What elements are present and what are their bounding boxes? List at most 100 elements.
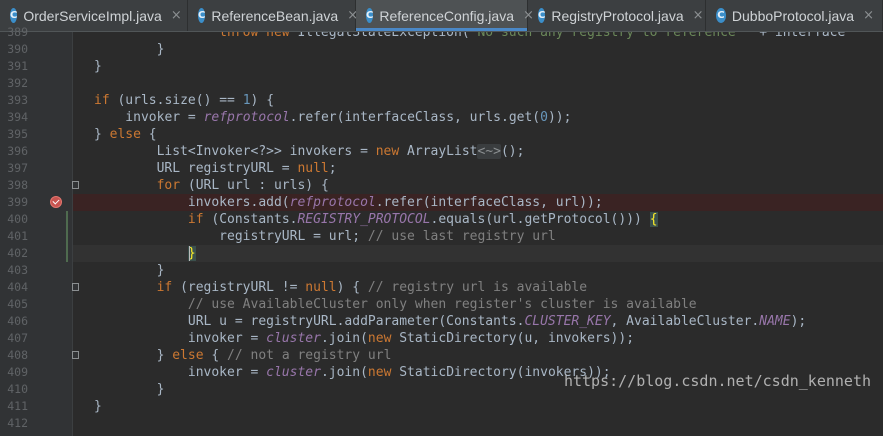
tab-orderserviceimpl[interactable]: C OrderServiceImpl.java × [0, 0, 188, 31]
code-line[interactable]: invokers.add(refprotocol.refer(interface… [125, 194, 603, 211]
close-tab-icon[interactable]: × [693, 8, 704, 23]
code-line[interactable]: invoker = refprotocol.refer(interfaceCla… [94, 109, 571, 126]
code-token: { [148, 127, 157, 142]
line-number: 412 [7, 416, 28, 430]
fold-marker-icon[interactable] [72, 181, 79, 189]
code-token: } [125, 42, 165, 57]
line-number: 411 [7, 399, 28, 413]
line-number: 409 [7, 365, 28, 379]
code-token: else [172, 348, 212, 363]
code-token: IllegalStateException( [297, 32, 470, 40]
code-line[interactable]: if (registryURL != null) { // registry u… [125, 279, 588, 296]
code-token: if [94, 93, 118, 108]
code-line[interactable]: } [94, 58, 102, 75]
code-line[interactable]: if (Constants.REGISTRY_PROTOCOL.equals(u… [125, 211, 658, 228]
code-token: 1 [242, 93, 251, 108]
code-line[interactable]: throw new IllegalStateException("No such… [157, 32, 846, 41]
vcs-change-marker[interactable] [66, 211, 68, 262]
code-token: if [187, 212, 212, 227]
code-token: (URL url : urls) { [187, 178, 329, 193]
code-line[interactable]: URL registryURL = null; [125, 160, 337, 177]
code-token: } [125, 348, 173, 363]
code-token: throw new [219, 32, 298, 40]
code-token: // not a registry url [227, 348, 392, 363]
tab-dubboprotocol[interactable]: C DubboProtocol.java × [706, 0, 883, 31]
tab-label: DubboProtocol.java [731, 7, 855, 24]
tab-referenceconfig[interactable]: C ReferenceConfig.java × [356, 0, 534, 31]
line-number-gutter[interactable]: 389 390 391 392 393 394 395 396 397 398 399 400 401 4… [0, 25, 73, 436]
code-token: new [367, 331, 400, 346]
code-token: invokers.add( [125, 195, 290, 210]
line-number: 398 [7, 178, 28, 192]
code-token: } [94, 399, 102, 414]
editor-tab-bar: C OrderServiceImpl.java × C ReferenceBean.ja… [0, 0, 883, 32]
close-tab-icon[interactable]: × [171, 8, 182, 23]
code-line[interactable]: if (urls.size() == 1) { [94, 92, 274, 109]
code-token: List<Invoker<?>> invokers = [125, 144, 376, 159]
code-token: } [94, 59, 102, 74]
code-token: cluster [266, 331, 321, 346]
code-token: (registryURL != [180, 280, 306, 295]
fold-marker-icon[interactable] [72, 283, 79, 291]
c-class-icon: C [198, 8, 206, 23]
code-token: null [297, 161, 329, 176]
code-line[interactable]: invoker = cluster.join(new StaticDirecto… [125, 330, 634, 347]
line-number: 408 [7, 348, 28, 362]
code-token: ); [790, 314, 807, 329]
code-token: // registry url is available [367, 280, 588, 295]
code-token: } [125, 263, 165, 278]
code-line[interactable]: } else { // not a registry url [125, 347, 392, 364]
code-token: new [367, 365, 400, 380]
line-number: 407 [7, 331, 28, 345]
tab-label: RegistryProtocol.java [551, 7, 684, 24]
code-line[interactable]: URL u = registryURL.addParameter(Constan… [125, 313, 806, 330]
code-token: .equals(url.getProtocol())) [430, 212, 650, 227]
code-token: for [156, 178, 188, 193]
code-line[interactable]: } [94, 398, 102, 415]
code-token: { [211, 348, 228, 363]
c-class-icon: C [10, 8, 18, 23]
code-line[interactable]: } [125, 262, 165, 279]
tab-referencebean[interactable]: C ReferenceBean.java × [188, 0, 358, 31]
fold-marker-icon[interactable] [72, 351, 79, 359]
line-number: 404 [7, 280, 28, 294]
c-class-icon: C [366, 8, 374, 23]
tab-registryprotocol[interactable]: C RegistryProtocol.java × [528, 0, 706, 31]
code-token: 0 [540, 110, 548, 125]
code-line[interactable]: } [125, 381, 165, 398]
code-token: invoker = [94, 110, 204, 125]
line-number: 400 [7, 212, 28, 226]
code-token: .join( [320, 331, 368, 346]
tab-label: ReferenceConfig.java [379, 7, 514, 24]
code-token: NAME [759, 314, 791, 329]
line-number: 395 [7, 127, 28, 141]
line-number: 396 [7, 144, 28, 158]
text-caret [188, 246, 190, 261]
breakpoint-icon[interactable] [50, 196, 62, 208]
code-token: ArrayList [407, 144, 478, 159]
folded-region-marker[interactable]: <~> [477, 144, 501, 159]
code-line[interactable]: registryURL = url; // use last registry … [125, 228, 556, 245]
line-number: 390 [7, 42, 28, 56]
code-token: .join( [320, 365, 368, 380]
c-class-icon: C [716, 8, 726, 23]
code-line[interactable]: } [125, 41, 165, 58]
code-line[interactable]: } [125, 245, 196, 262]
code-line[interactable]: invoker = cluster.join(new StaticDirecto… [125, 364, 611, 381]
close-tab-icon[interactable]: × [863, 8, 874, 23]
line-number: 389 [7, 25, 28, 39]
code-line[interactable]: for (URL url : urls) { [125, 177, 329, 194]
code-line[interactable]: } else { [94, 126, 157, 143]
code-line[interactable]: // use AvailableCluster only when regist… [125, 296, 697, 313]
code-token: refprotocol [289, 195, 376, 210]
code-token: (Constants. [211, 212, 298, 227]
code-token: + interface [751, 32, 846, 40]
code-token: .refer(interfaceClass, url)); [375, 195, 603, 210]
watermark-text: https://blog.csdn.net/csdn_kenneth [563, 372, 871, 390]
code-line[interactable]: List<Invoker<?>> invokers = new ArrayLis… [125, 143, 524, 160]
